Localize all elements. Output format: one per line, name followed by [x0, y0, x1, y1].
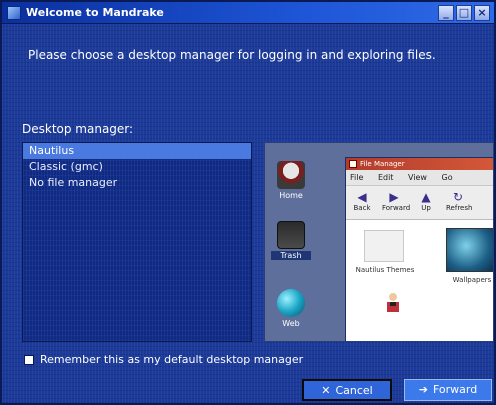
web-desktop-icon: Web — [271, 289, 311, 328]
trash-icon-label: Trash — [271, 251, 311, 260]
minimize-button[interactable]: _ — [438, 5, 454, 21]
up-label: Up — [421, 204, 431, 212]
forward-tool-label: Forward — [382, 204, 411, 212]
maximize-button[interactable]: □ — [456, 5, 472, 21]
window-title: Welcome to Mandrake — [26, 6, 164, 19]
cancel-button[interactable]: ✕ Cancel — [302, 379, 392, 401]
back-arrow-icon: ◀ — [357, 190, 367, 204]
desktop-manager-label: Desktop manager: — [22, 122, 134, 136]
home-icon — [277, 161, 305, 189]
desktop-manager-list[interactable]: Nautilus Classic (gmc) No file manager — [22, 142, 252, 342]
app-icon — [7, 6, 21, 20]
forward-tool: ▶ Forward — [382, 190, 411, 213]
welcome-dialog: Welcome to Mandrake _ □ × Please choose … — [0, 0, 496, 405]
forward-icon: ➔ — [418, 383, 428, 396]
default-manager-option[interactable]: Remember this as my default desktop mana… — [24, 353, 303, 366]
home-icon-label: Home — [279, 191, 303, 200]
back-label: Back — [353, 204, 371, 212]
home-desktop-icon: Home — [271, 161, 311, 200]
menu-edit: Edit — [377, 173, 394, 182]
title-bar[interactable]: Welcome to Mandrake _ □ × — [2, 2, 494, 24]
file-manager-preview: File Manager File Edit View Go ◀ Back ▶ … — [345, 157, 493, 341]
file-manager-title: File Manager — [360, 160, 405, 168]
forward-label: Forward — [432, 383, 478, 396]
file-manager-menu: File Edit View Go — [346, 170, 493, 186]
file-manager-toolbar: ◀ Back ▶ Forward ▲ Up ↻ Refresh — [346, 186, 493, 220]
forward-arrow-icon: ▶ — [389, 190, 399, 204]
person-icon — [387, 293, 399, 312]
forward-button[interactable]: ➔ Forward — [404, 379, 492, 401]
refresh-label: Refresh — [446, 204, 473, 212]
globe-icon — [277, 289, 305, 317]
up-arrow-icon: ▲ — [421, 190, 431, 204]
menu-view: View — [407, 173, 427, 182]
up-tool: ▲ Up — [414, 190, 438, 213]
window-controls: _ □ × — [438, 5, 490, 21]
refresh-icon: ↻ — [452, 190, 464, 204]
thumbnail-label: Wallpapers — [452, 276, 492, 284]
folder-icon — [364, 230, 404, 262]
list-item-nautilus[interactable]: Nautilus — [23, 143, 251, 159]
wallpaper-thumbnail-icon — [446, 228, 493, 272]
intro-text: Please choose a desktop manager for logg… — [28, 48, 436, 62]
web-icon-label: Web — [282, 319, 300, 328]
list-item-classic[interactable]: Classic (gmc) — [23, 159, 251, 175]
file-manager-icon — [349, 160, 357, 168]
refresh-tool: ↻ Refresh — [446, 190, 473, 213]
preview-panel: Home Trash Web File Manager File Edit Vi… — [264, 142, 494, 342]
trash-icon — [277, 221, 305, 249]
trash-desktop-icon: Trash — [271, 221, 311, 260]
default-manager-label: Remember this as my default desktop mana… — [40, 353, 304, 366]
file-manager-titlebar: File Manager — [346, 158, 493, 170]
back-tool: ◀ Back — [350, 190, 374, 213]
file-manager-content: Nautilus Themes Wallpapers — [346, 220, 493, 340]
menu-file: File — [350, 173, 364, 182]
folder-label: Nautilus Themes — [355, 266, 415, 274]
menu-go: Go — [441, 173, 453, 182]
close-button[interactable]: × — [474, 5, 490, 21]
list-item-no-file-manager[interactable]: No file manager — [23, 175, 251, 191]
cancel-label: Cancel — [335, 384, 373, 397]
default-manager-checkbox[interactable] — [24, 354, 34, 365]
cancel-icon: ✕ — [321, 384, 331, 397]
